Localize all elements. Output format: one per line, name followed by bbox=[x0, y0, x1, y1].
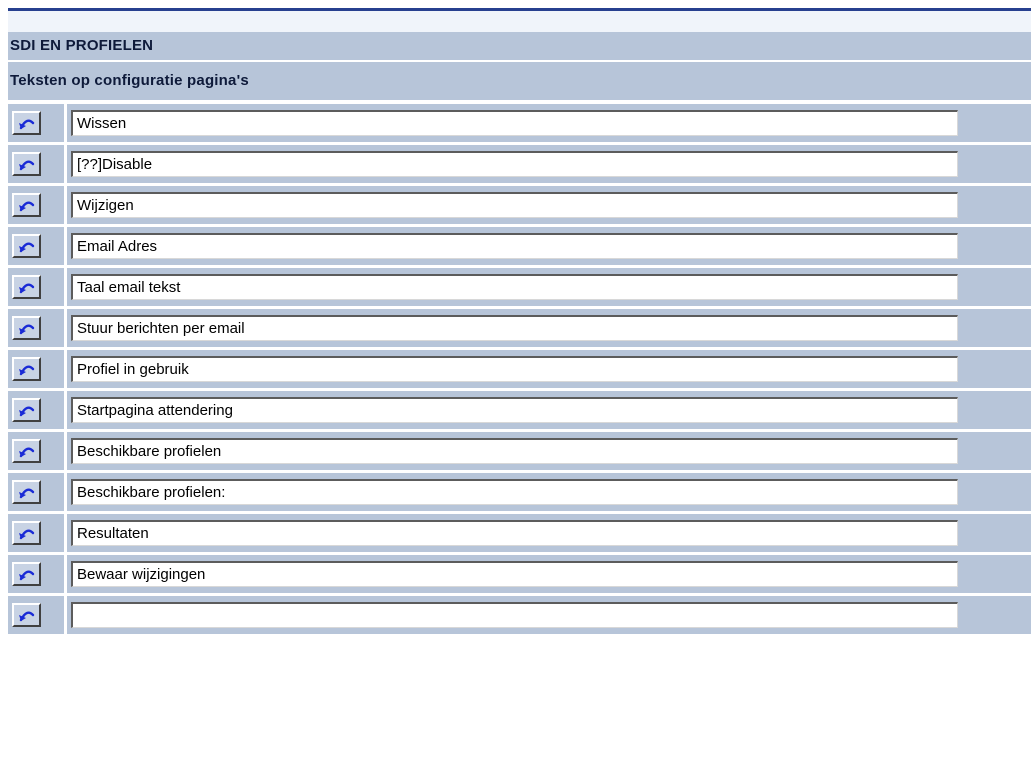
text-config-row bbox=[8, 145, 1031, 186]
text-value-field[interactable] bbox=[71, 233, 958, 259]
revert-button[interactable] bbox=[12, 152, 41, 176]
undo-icon bbox=[18, 201, 34, 212]
undo-icon bbox=[18, 119, 34, 130]
text-value-field[interactable] bbox=[71, 110, 958, 136]
revert-button[interactable] bbox=[12, 480, 41, 504]
undo-icon bbox=[18, 406, 34, 417]
text-config-row bbox=[8, 514, 1031, 555]
text-config-row bbox=[8, 309, 1031, 350]
revert-button[interactable] bbox=[12, 193, 41, 217]
revert-button[interactable] bbox=[12, 398, 41, 422]
revert-button[interactable] bbox=[12, 234, 41, 258]
text-config-row bbox=[8, 186, 1031, 227]
divider bbox=[8, 100, 1031, 102]
revert-cell bbox=[8, 186, 67, 224]
undo-icon bbox=[18, 611, 34, 622]
section-subtitle: Teksten op configuratie pagina's bbox=[8, 62, 1031, 100]
text-config-row bbox=[8, 473, 1031, 514]
revert-cell bbox=[8, 350, 67, 388]
text-value-field[interactable] bbox=[71, 397, 958, 423]
text-value-field[interactable] bbox=[71, 438, 958, 464]
text-config-row bbox=[8, 555, 1031, 596]
text-value-field[interactable] bbox=[71, 602, 958, 628]
text-config-row bbox=[8, 432, 1031, 473]
text-value-field[interactable] bbox=[71, 479, 958, 505]
revert-cell bbox=[8, 473, 67, 511]
revert-cell bbox=[8, 432, 67, 470]
text-config-row bbox=[8, 227, 1031, 268]
revert-cell bbox=[8, 309, 67, 347]
revert-cell bbox=[8, 104, 67, 142]
revert-cell bbox=[8, 555, 67, 593]
revert-button[interactable] bbox=[12, 357, 41, 381]
undo-icon bbox=[18, 283, 34, 294]
text-config-list bbox=[8, 104, 1031, 637]
undo-icon bbox=[18, 447, 34, 458]
header-spacer bbox=[8, 11, 1031, 32]
text-value-field[interactable] bbox=[71, 520, 958, 546]
revert-cell bbox=[8, 391, 67, 429]
undo-icon bbox=[18, 324, 34, 335]
page-title: SDI EN PROFIELEN bbox=[8, 32, 1031, 60]
text-config-row bbox=[8, 268, 1031, 309]
text-config-row bbox=[8, 596, 1031, 637]
undo-icon bbox=[18, 529, 34, 540]
revert-cell bbox=[8, 227, 67, 265]
text-value-field[interactable] bbox=[71, 151, 958, 177]
undo-icon bbox=[18, 570, 34, 581]
text-value-field[interactable] bbox=[71, 274, 958, 300]
revert-cell bbox=[8, 514, 67, 552]
undo-icon bbox=[18, 365, 34, 376]
revert-button[interactable] bbox=[12, 316, 41, 340]
text-value-field[interactable] bbox=[71, 192, 958, 218]
undo-icon bbox=[18, 488, 34, 499]
revert-cell bbox=[8, 268, 67, 306]
text-config-row bbox=[8, 104, 1031, 145]
revert-button[interactable] bbox=[12, 521, 41, 545]
revert-button[interactable] bbox=[12, 439, 41, 463]
text-config-row bbox=[8, 350, 1031, 391]
revert-cell bbox=[8, 145, 67, 183]
revert-button[interactable] bbox=[12, 603, 41, 627]
revert-cell bbox=[8, 596, 67, 634]
revert-button[interactable] bbox=[12, 111, 41, 135]
undo-icon bbox=[18, 242, 34, 253]
undo-icon bbox=[18, 160, 34, 171]
revert-button[interactable] bbox=[12, 275, 41, 299]
text-config-row bbox=[8, 391, 1031, 432]
revert-button[interactable] bbox=[12, 562, 41, 586]
text-value-field[interactable] bbox=[71, 315, 958, 341]
text-value-field[interactable] bbox=[71, 561, 958, 587]
text-value-field[interactable] bbox=[71, 356, 958, 382]
